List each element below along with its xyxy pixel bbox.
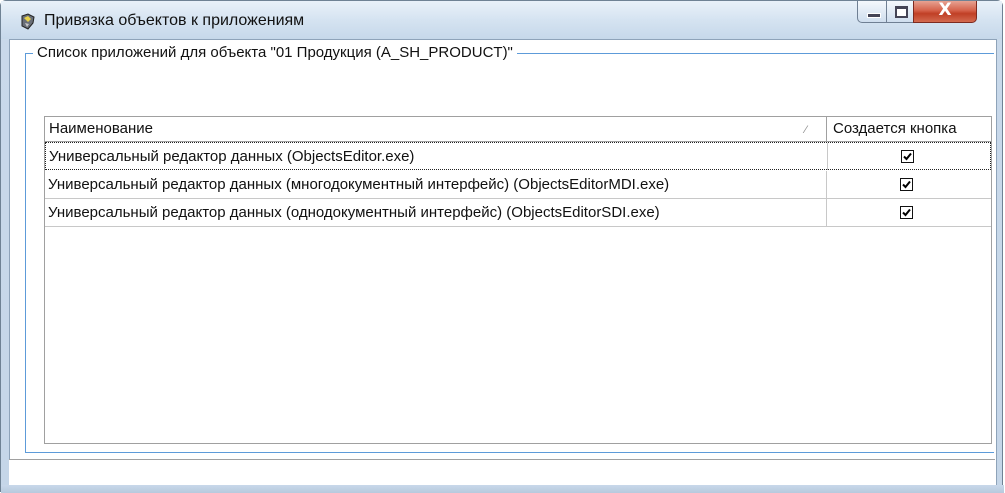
window-title: Привязка объектов к приложениям	[44, 12, 305, 29]
create-button-checkbox[interactable]	[900, 206, 913, 219]
status-bar	[9, 459, 995, 485]
column-header-name-label: Наименование	[49, 120, 153, 137]
maximize-icon	[895, 6, 908, 18]
close-icon: X	[938, 0, 952, 20]
row-name-cell: Универсальный редактор данных (многодоку…	[45, 171, 827, 198]
column-header-create-button[interactable]: Создается кнопка	[827, 117, 991, 141]
create-button-checkbox[interactable]	[900, 178, 913, 191]
grid-header: Наименование ⁄ Создается кнопка	[45, 117, 991, 142]
minimize-button[interactable]	[857, 1, 887, 23]
checkmark-icon	[902, 180, 911, 189]
app-icon	[21, 13, 35, 30]
table-row[interactable]: Универсальный редактор данных (многодоку…	[45, 171, 991, 199]
maximize-button[interactable]	[886, 1, 914, 23]
sort-icon: ⁄	[805, 124, 807, 136]
title-bar[interactable]: Привязка объектов к приложениям X	[1, 0, 1002, 39]
table-row[interactable]: Универсальный редактор данных (ObjectsEd…	[45, 142, 991, 170]
create-button-checkbox[interactable]	[901, 150, 914, 163]
checkmark-icon	[902, 208, 911, 217]
minimize-icon	[867, 13, 881, 18]
applications-grid[interactable]: Наименование ⁄ Создается кнопка Универса…	[44, 116, 992, 444]
groupbox-label: Список приложений для объекта "01 Продук…	[33, 44, 517, 61]
checkmark-icon	[903, 152, 912, 161]
row-name-cell: Универсальный редактор данных (однодокум…	[45, 199, 827, 226]
column-header-name[interactable]: Наименование ⁄	[45, 117, 827, 141]
row-name-cell: Универсальный редактор данных (ObjectsEd…	[46, 143, 828, 170]
table-row[interactable]: Универсальный редактор данных (однодокум…	[45, 199, 991, 227]
window-frame-bottom	[1, 485, 1004, 493]
close-button[interactable]: X	[913, 0, 977, 23]
